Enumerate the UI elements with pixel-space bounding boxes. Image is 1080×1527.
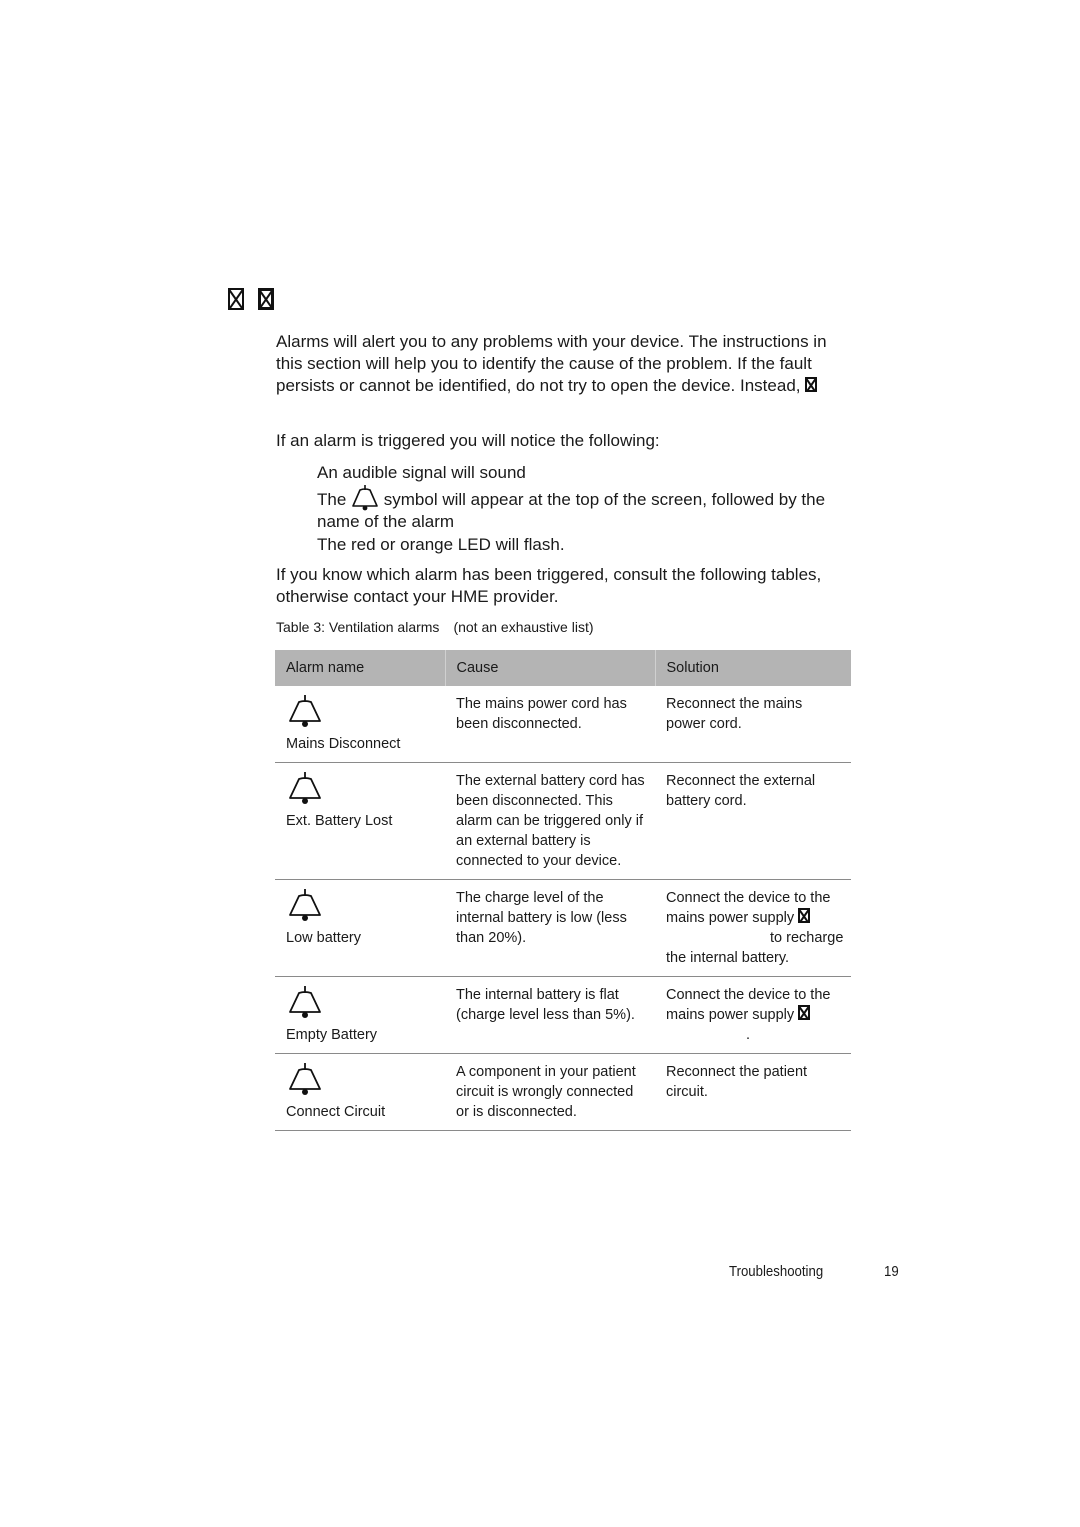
list-item: The red or orange LED will flash.	[317, 535, 565, 554]
table-row: Connect Circuit A component in your pati…	[275, 1053, 851, 1131]
ventilation-alarms-table: Alarm name Cause Solution Mains Disconne…	[275, 650, 851, 1131]
alarm-name: Mains Disconnect	[286, 736, 401, 752]
alarm-cause: The charge level of the internal battery…	[445, 879, 655, 977]
alarm-name: Ext. Battery Lost	[286, 813, 393, 829]
missing-glyph-icon	[805, 377, 818, 392]
missing-glyph-icon	[228, 288, 244, 310]
table-header-row: Alarm name Cause Solution	[275, 650, 851, 686]
list-item: An audible signal will sound	[317, 463, 526, 482]
alarm-bell-icon	[289, 889, 321, 921]
alarm-name: Low battery	[286, 930, 361, 946]
intro-text: Alarms will alert you to any problems wi…	[276, 332, 827, 395]
alarm-solution: Connect the device to the mains power su…	[655, 879, 851, 977]
alarm-cause: A component in your patient circuit is w…	[445, 1053, 655, 1131]
footer-section-title: Troubleshooting	[729, 1263, 824, 1280]
table-row: Mains Disconnect The mains power cord ha…	[275, 686, 851, 763]
alarm-cause: The internal battery is flat (charge lev…	[445, 976, 655, 1054]
alarm-name: Empty Battery	[286, 1027, 378, 1043]
notice-lead: If an alarm is triggered you will notice…	[276, 431, 660, 450]
alarm-solution: Reconnect the external battery cord.	[655, 762, 851, 880]
column-header-alarm-name: Alarm name	[275, 650, 446, 686]
missing-glyph-icon	[798, 1005, 811, 1020]
alarm-bell-icon	[289, 695, 321, 727]
column-header-solution: Solution	[655, 650, 851, 686]
alarm-bell-icon	[352, 485, 378, 511]
table-row: Ext. Battery Lost The external battery c…	[275, 762, 851, 880]
notice-list: An audible signal will sound The symbol …	[317, 462, 857, 556]
alarm-solution: Reconnect the patient circuit.	[655, 1053, 851, 1131]
alarm-bell-icon	[289, 986, 321, 1018]
table-row: Low battery The charge level of the inte…	[275, 879, 851, 977]
alarm-bell-icon	[289, 1063, 321, 1095]
alarm-cause: The mains power cord has been disconnect…	[445, 686, 655, 763]
list-item: The symbol will appear at the top of the…	[317, 485, 857, 533]
section-heading	[228, 288, 274, 310]
table-caption: Table 3: Ventilation alarms (not an exhau…	[276, 619, 594, 635]
page-number: 19	[884, 1263, 899, 1280]
intro-paragraph: Alarms will alert you to any problems wi…	[276, 331, 856, 397]
missing-glyph-icon	[258, 288, 274, 310]
alarm-cause: The external battery cord has been disco…	[445, 762, 655, 880]
alarm-name: Connect Circuit	[286, 1104, 386, 1120]
column-header-cause: Cause	[445, 650, 656, 686]
table-row: Empty Battery The internal battery is fl…	[275, 976, 851, 1054]
consult-paragraph: If you know which alarm has been trigger…	[276, 565, 822, 606]
alarm-bell-icon	[289, 772, 321, 804]
missing-glyph-icon	[798, 908, 811, 923]
alarm-solution: Reconnect the mains power cord.	[655, 686, 851, 763]
alarm-solution: Connect the device to the mains power su…	[655, 976, 851, 1054]
